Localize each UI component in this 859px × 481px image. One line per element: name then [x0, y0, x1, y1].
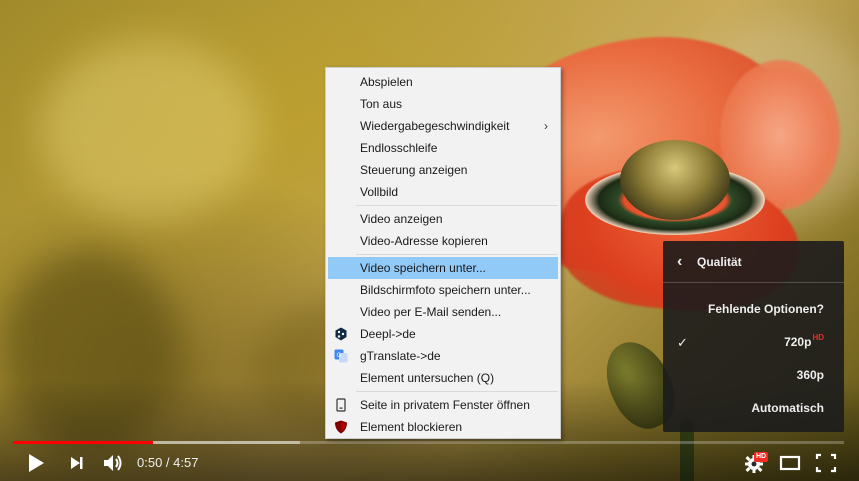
menu-item-save-video-as[interactable]: Video speichern unter...	[328, 257, 558, 279]
deepl-icon	[335, 327, 347, 341]
menu-separator	[356, 391, 558, 392]
menu-item-email-video[interactable]: Video per E-Mail senden...	[326, 301, 560, 323]
menu-item-label: Steuerung anzeigen	[360, 163, 468, 177]
current-time: 0:50	[137, 455, 163, 470]
menu-item-label: Video speichern unter...	[360, 261, 486, 275]
quality-option-auto[interactable]: Automatisch	[663, 392, 844, 425]
checkmark-icon: ✓	[677, 335, 688, 350]
chevron-right-icon: ›	[544, 119, 548, 133]
quality-option-label: 720p	[784, 335, 812, 349]
menu-item-open-private-window[interactable]: Seite in privatem Fenster öffnen	[326, 394, 560, 416]
quality-panel: ‹ Qualität Fehlende Optionen? ✓ 720pHD 3…	[663, 241, 844, 432]
gtranslate-icon: G	[334, 349, 348, 363]
menu-item-copy-video-address[interactable]: Video-Adresse kopieren	[326, 230, 560, 252]
menu-item-label: Seite in privatem Fenster öffnen	[360, 398, 530, 412]
hd-superscript: HD	[812, 333, 824, 342]
play-icon	[29, 454, 44, 472]
menu-item-fullscreen[interactable]: Vollbild	[326, 181, 560, 203]
duration: 4:57	[173, 455, 199, 470]
menu-item-label: Element untersuchen (Q)	[360, 371, 495, 385]
volume-button[interactable]	[102, 452, 124, 474]
volume-icon	[104, 455, 122, 471]
menu-item-loop[interactable]: Endlosschleife	[326, 137, 560, 159]
context-menu: Abspielen Ton aus Wiedergabegeschwindigk…	[325, 67, 561, 439]
menu-separator	[356, 254, 558, 255]
menu-item-save-screenshot-as[interactable]: Bildschirmfoto speichern unter...	[326, 279, 560, 301]
quality-option-missing[interactable]: Fehlende Optionen?	[663, 293, 844, 326]
quality-header[interactable]: ‹ Qualität	[663, 241, 844, 283]
next-button[interactable]	[68, 452, 86, 474]
svg-text:G: G	[337, 352, 342, 359]
time-display: 0:50 / 4:57	[137, 455, 198, 471]
menu-item-label: Abspielen	[360, 75, 413, 89]
menu-item-play[interactable]: Abspielen	[326, 71, 560, 93]
menu-item-block-element[interactable]: Element blockieren	[326, 416, 560, 438]
quality-option-label: Automatisch	[751, 401, 824, 415]
background-bokeh	[40, 40, 260, 220]
ublock-icon	[335, 420, 347, 434]
quality-option-label: Fehlende Optionen?	[708, 302, 824, 316]
quality-option-360p[interactable]: 360p	[663, 359, 844, 392]
quality-option-label: 360p	[796, 368, 824, 382]
menu-item-mute[interactable]: Ton aus	[326, 93, 560, 115]
menu-item-label: Video-Adresse kopieren	[360, 234, 488, 248]
menu-item-label: Video per E-Mail senden...	[360, 305, 502, 319]
theater-mode-button[interactable]	[779, 452, 801, 474]
progress-bar[interactable]	[13, 441, 844, 444]
menu-separator	[356, 205, 558, 206]
quality-title: Qualität	[697, 255, 742, 269]
fullscreen-button[interactable]	[815, 452, 837, 474]
hd-badge: HD	[754, 452, 769, 462]
next-icon	[71, 457, 83, 469]
menu-item-view-video[interactable]: Video anzeigen	[326, 208, 560, 230]
menu-item-label: Endlosschleife	[360, 141, 438, 155]
fullscreen-icon	[815, 453, 837, 473]
menu-item-label: Element blockieren	[360, 420, 463, 434]
menu-item-label: Bildschirmfoto speichern unter...	[360, 283, 531, 297]
menu-item-show-controls[interactable]: Steuerung anzeigen	[326, 159, 560, 181]
chevron-left-icon[interactable]: ‹	[677, 241, 682, 283]
menu-item-label: Ton aus	[360, 97, 403, 111]
private-window-icon	[336, 398, 346, 412]
menu-item-label: Video anzeigen	[360, 212, 443, 226]
menu-item-inspect-element[interactable]: Element untersuchen (Q)	[326, 367, 560, 389]
play-button[interactable]	[26, 452, 46, 474]
menu-item-label: Deepl->de	[360, 327, 416, 341]
menu-item-label: gTranslate->de	[360, 349, 441, 363]
menu-item-label: Vollbild	[360, 185, 399, 199]
quality-option-720p[interactable]: ✓ 720pHD	[663, 326, 844, 359]
progress-played	[13, 441, 153, 444]
menu-item-deepl[interactable]: Deepl->de	[326, 323, 560, 345]
theater-mode-icon	[779, 455, 801, 471]
menu-item-label: Wiedergabegeschwindigkeit	[360, 119, 510, 133]
time-separator: /	[162, 455, 174, 470]
menu-item-playback-speed[interactable]: Wiedergabegeschwindigkeit ›	[326, 115, 560, 137]
menu-item-gtranslate[interactable]: G gTranslate->de	[326, 345, 560, 367]
poppy-seed-pod	[620, 140, 730, 220]
